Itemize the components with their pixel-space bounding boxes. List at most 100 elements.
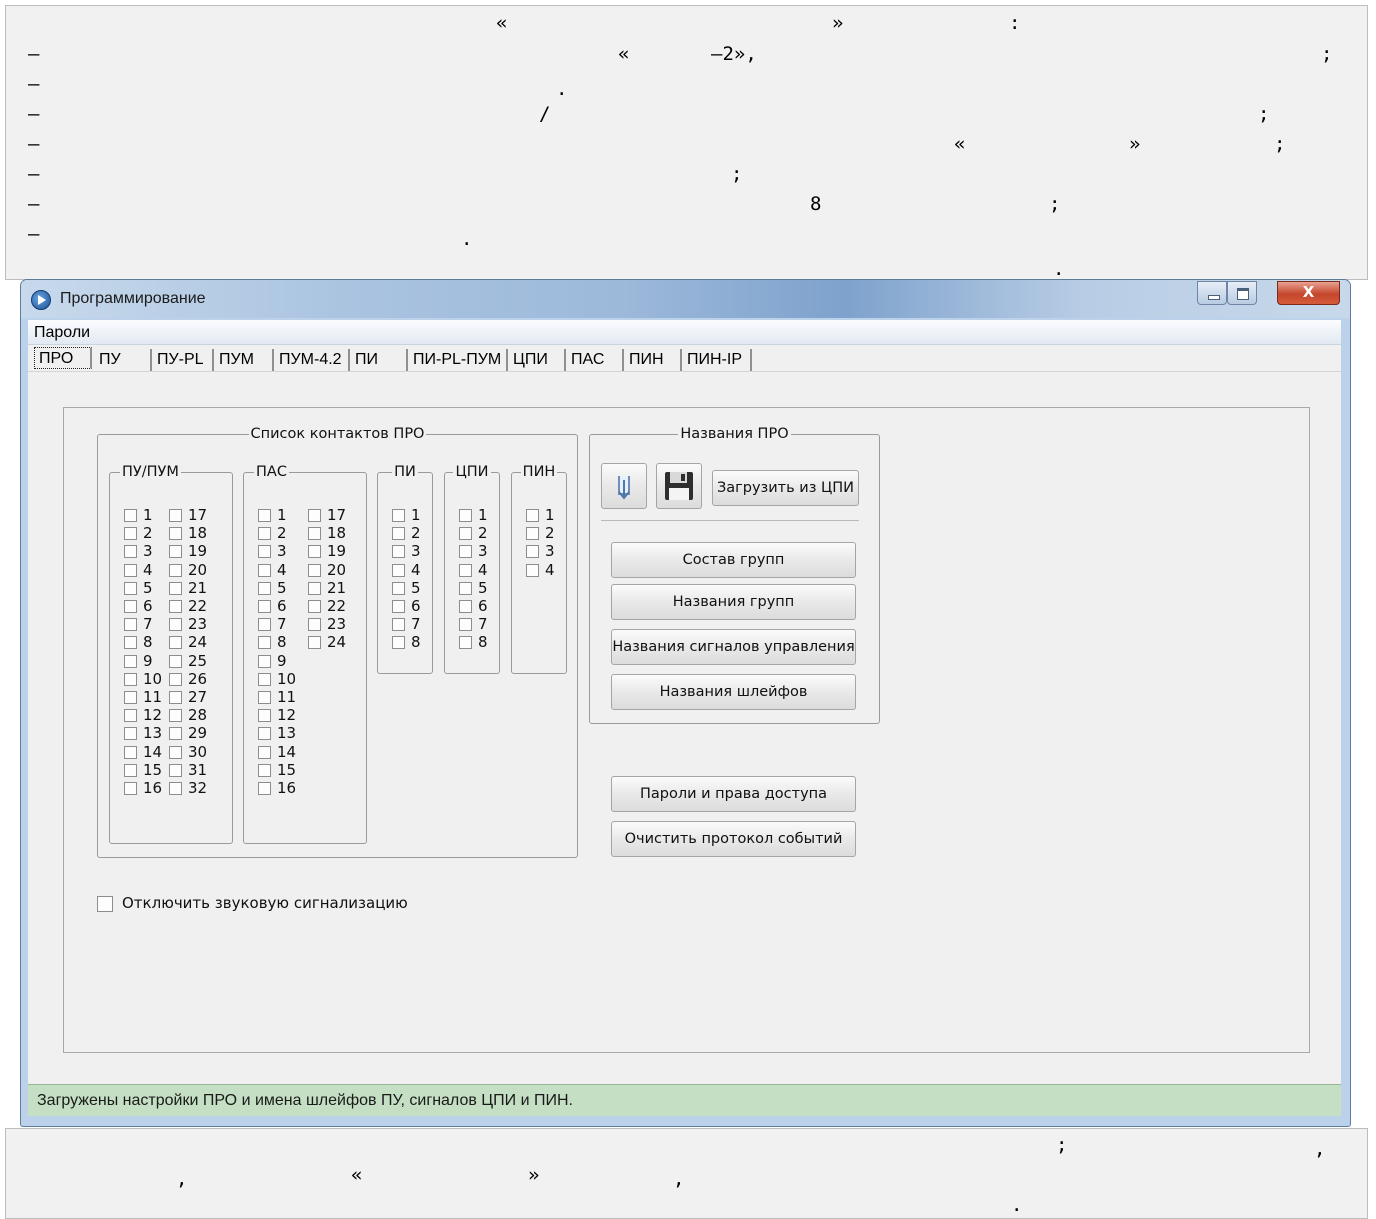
checkbox-pu-pum-17[interactable] — [169, 509, 182, 522]
load-from-cpi-button[interactable]: Загрузить из ЦПИ — [712, 470, 859, 506]
checkbox-pu-pum-24[interactable] — [169, 636, 182, 650]
checkbox-pas-11[interactable] — [258, 691, 271, 704]
checkbox-pu-pum-2[interactable] — [124, 527, 137, 541]
checkbox-cpi-2[interactable] — [459, 527, 472, 541]
tab-pi[interactable]: ПИ — [350, 349, 408, 371]
group-names-button[interactable]: Названия групп — [611, 584, 856, 620]
checkbox-cpi-5[interactable] — [459, 581, 472, 595]
menu-passwords[interactable]: Пароли — [34, 324, 90, 342]
checkbox-pu-pum-12[interactable] — [124, 709, 137, 723]
checkbox-pu-pum-4[interactable] — [124, 563, 137, 577]
checkbox-pas-7[interactable] — [258, 618, 271, 632]
checkbox-pas-1[interactable] — [258, 509, 271, 522]
checkbox-pu-pum-6[interactable] — [124, 600, 137, 613]
checkbox-pas-16[interactable] — [258, 782, 271, 795]
minimize-button[interactable] — [1197, 281, 1227, 305]
checkbox-pu-pum-25[interactable] — [169, 654, 182, 668]
checkbox-pu-pum-23[interactable] — [169, 618, 182, 632]
clear-log-button[interactable]: Очистить протокол событий — [611, 821, 856, 857]
open-button[interactable] — [601, 463, 647, 509]
checkbox-pas-22[interactable] — [308, 600, 321, 613]
save-button[interactable] — [656, 463, 702, 509]
checkbox-pi-2[interactable] — [392, 527, 405, 541]
loop-names-button[interactable]: Названия шлейфов — [611, 674, 856, 710]
tab-pas[interactable]: ПАС — [566, 349, 624, 371]
checkbox-pin-4[interactable] — [526, 563, 539, 577]
checkbox-pin-3[interactable] — [526, 545, 539, 559]
tab-pu[interactable]: ПУ — [94, 349, 152, 371]
checkbox-cpi-7[interactable] — [459, 618, 472, 632]
checkbox-pas-9[interactable] — [258, 654, 271, 668]
checkbox-pas-6[interactable] — [258, 600, 271, 613]
checkbox-pas-19[interactable] — [308, 545, 321, 559]
checkbox-cpi-3[interactable] — [459, 545, 472, 559]
checkbox-pu-pum-7[interactable] — [124, 618, 137, 632]
checkbox-pi-5[interactable] — [392, 581, 405, 595]
checkbox-pu-pum-1[interactable] — [124, 509, 137, 522]
checkbox-pu-pum-11[interactable] — [124, 691, 137, 704]
checkbox-pi-6[interactable] — [392, 600, 405, 613]
checkbox-pu-pum-27[interactable] — [169, 691, 182, 704]
checkbox-pas-23[interactable] — [308, 618, 321, 632]
checkbox-pu-pum-26[interactable] — [169, 672, 182, 686]
checkbox-pu-pum-19[interactable] — [169, 545, 182, 559]
passwords-rights-button[interactable]: Пароли и права доступа — [611, 776, 856, 812]
checkbox-pas-5[interactable] — [258, 581, 271, 595]
title-bar[interactable]: Программирование X — [21, 280, 1350, 318]
checkbox-cpi-8[interactable] — [459, 636, 472, 650]
checkbox-pas-24[interactable] — [308, 636, 321, 650]
checkbox-cpi-1[interactable] — [459, 509, 472, 522]
checkbox-pu-pum-9[interactable] — [124, 654, 137, 668]
checkbox-cpi-4[interactable] — [459, 563, 472, 577]
checkbox-pas-13[interactable] — [258, 727, 271, 741]
checkbox-pas-12[interactable] — [258, 709, 271, 723]
checkbox-pu-pum-18[interactable] — [169, 527, 182, 541]
checkbox-pu-pum-10[interactable] — [124, 672, 137, 686]
checkbox-pu-pum-32[interactable] — [169, 782, 182, 795]
checkbox-pu-pum-14[interactable] — [124, 745, 137, 759]
checkbox-pas-20[interactable] — [308, 563, 321, 577]
checkbox-pi-8[interactable] — [392, 636, 405, 650]
checkbox-pu-pum-8[interactable] — [124, 636, 137, 650]
checkbox-pu-pum-20[interactable] — [169, 563, 182, 577]
tab-pin[interactable]: ПИН — [624, 349, 682, 371]
close-button[interactable]: X — [1277, 281, 1340, 305]
checkbox-pas-14[interactable] — [258, 745, 271, 759]
checkbox-pu-pum-16[interactable] — [124, 782, 137, 795]
checkbox-pu-pum-15[interactable] — [124, 763, 137, 777]
checkbox-pas-15[interactable] — [258, 763, 271, 777]
tab-pu-pl[interactable]: ПУ-PL — [152, 349, 214, 371]
checkbox-pin-2[interactable] — [526, 527, 539, 541]
tab-pin-ip[interactable]: ПИН-IP — [682, 349, 752, 371]
checkbox-pi-7[interactable] — [392, 618, 405, 632]
checkbox-pi-3[interactable] — [392, 545, 405, 559]
checkbox-pi-4[interactable] — [392, 563, 405, 577]
checkbox-pu-pum-3[interactable] — [124, 545, 137, 559]
tab-pro[interactable]: ПРО — [34, 347, 92, 369]
checkbox-pas-2[interactable] — [258, 527, 271, 541]
checkbox-pas-21[interactable] — [308, 581, 321, 595]
checkbox-pas-10[interactable] — [258, 672, 271, 686]
checkbox-pas-3[interactable] — [258, 545, 271, 559]
tab-pum-4-2[interactable]: ПУМ-4.2 — [274, 349, 350, 371]
tab-pum[interactable]: ПУМ — [214, 349, 274, 371]
checkbox-pu-pum-21[interactable] — [169, 581, 182, 595]
checkbox-pas-8[interactable] — [258, 636, 271, 650]
checkbox-pu-pum-29[interactable] — [169, 727, 182, 741]
checkbox-pu-pum-28[interactable] — [169, 709, 182, 723]
checkbox-pu-pum-22[interactable] — [169, 600, 182, 613]
checkbox-pu-pum-13[interactable] — [124, 727, 137, 741]
checkbox-pu-pum-5[interactable] — [124, 581, 137, 595]
tab-pi-pl-pum[interactable]: ПИ-PL-ПУМ — [408, 349, 508, 371]
checkbox-pu-pum-30[interactable] — [169, 745, 182, 759]
checkbox-pas-18[interactable] — [308, 527, 321, 541]
checkbox-pas-17[interactable] — [308, 509, 321, 522]
maximize-button[interactable] — [1227, 281, 1257, 305]
checkbox-cpi-6[interactable] — [459, 600, 472, 613]
tab-cpi[interactable]: ЦПИ — [508, 349, 566, 371]
group-composition-button[interactable]: Состав групп — [611, 542, 856, 578]
checkbox-pu-pum-31[interactable] — [169, 763, 182, 777]
checkbox-pas-4[interactable] — [258, 563, 271, 577]
checkbox-pi-1[interactable] — [392, 509, 405, 522]
disable-sound-checkbox[interactable] — [97, 896, 113, 912]
